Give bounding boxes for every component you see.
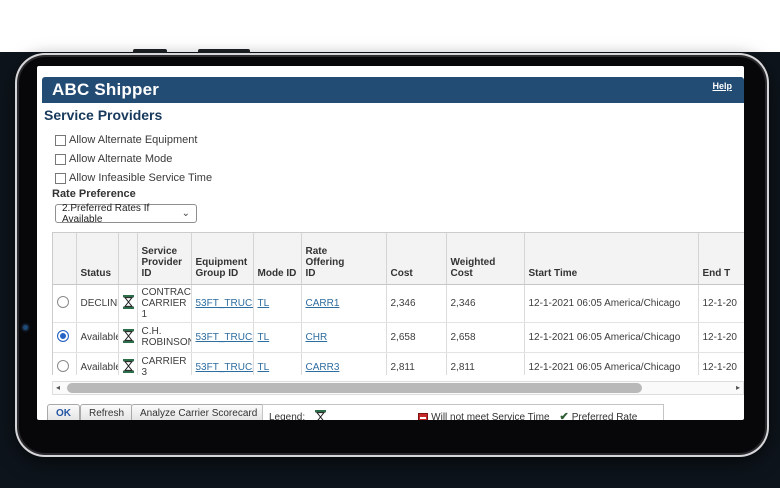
header-mode: Mode ID [253,233,301,284]
app-title: ABC Shipper [52,77,159,103]
legend-item: Will not meet Service Time [418,412,549,421]
weighted-cost-cell: 2,346 [446,284,524,322]
app-screen: ABC Shipper Help Service Providers Allow… [37,66,744,420]
header-equipment: Equipment Group ID [191,233,253,284]
legend-item: ✔ Preferred Rate [560,412,638,421]
table-row: Available CARRIER 3 53FT_TRUCK TL CARR3 … [53,352,744,375]
checkbox-icon[interactable] [55,154,66,165]
provider-cell: CARRIER 3 [137,352,191,375]
rate-offering-link[interactable]: CHR [306,332,328,343]
radio-row-1[interactable] [57,296,69,308]
mode-link[interactable]: TL [258,332,270,343]
radio-row-2-selected[interactable] [57,330,69,342]
weighted-cost-cell: 2,658 [446,322,524,352]
header-select [53,233,76,284]
start-time-cell: 12-1-2021 06:05 America/Chicago [524,322,698,352]
table-row: Available C.H. ROBINSON 53FT_TRUCK TL CH… [53,322,744,352]
analyze-carrier-scorecard-button[interactable]: Analyze Carrier Scorecard [131,404,266,420]
equipment-link[interactable]: 53FT_TRUCK [196,298,254,309]
legend-label: Legend: [269,412,305,421]
mode-link[interactable]: TL [258,298,270,309]
end-time-cell: 12-1-20 [698,352,744,375]
header-cost: Cost [386,233,446,284]
checkbox-allow-alternate-equipment[interactable]: Allow Alternate Equipment [55,133,197,147]
header-rate-offering: Rate Offering ID [301,233,386,284]
legend-item-label: Preferred Rate [572,412,638,421]
arrow-right-icon[interactable]: ▸ [736,383,740,393]
status-cell: Available [76,352,118,375]
header-end-time: End T [698,233,744,284]
hourglass-icon [123,329,134,343]
rate-preference-select[interactable]: 2.Preferred Rates If Available ⌄ [55,204,197,223]
checkbox-label: Allow Alternate Mode [69,153,172,165]
checkbox-allow-alternate-mode[interactable]: Allow Alternate Mode [55,152,172,166]
cost-cell: 2,346 [386,284,446,322]
checkbox-icon[interactable] [55,135,66,146]
checkbox-label: Allow Alternate Equipment [69,134,197,146]
radio-row-3[interactable] [57,360,69,372]
rate-offering-link[interactable]: CARR3 [306,362,340,373]
cost-cell: 2,658 [386,322,446,352]
page-title: Service Providers [44,107,162,123]
provider-cell: CONTRACT CARRIER 1 [137,284,191,322]
status-cell: Available [76,322,118,352]
provider-cell: C.H. ROBINSON [137,322,191,352]
checkbox-allow-infeasible-service-time[interactable]: Allow Infeasible Service Time [55,171,212,185]
check-icon: ✔ [560,412,569,421]
end-time-cell: 12-1-20 [698,322,744,352]
table-header-row: Status Service Provider ID Equipment Gro… [53,233,744,284]
red-flag-icon [418,413,428,421]
header-icon [118,233,137,284]
camera-icon [23,325,28,330]
help-link[interactable]: Help [712,81,732,91]
rate-offering-link[interactable]: CARR1 [306,298,340,309]
header-status: Status [76,233,118,284]
legend-item-label: Will not meet Service Time [431,412,549,421]
chevron-down-icon: ⌄ [182,209,190,219]
hourglass-icon [123,295,134,309]
table-row: DECLINED CONTRACT CARRIER 1 53FT_TRUCK T… [53,284,744,322]
weighted-cost-cell: 2,811 [446,352,524,375]
service-providers-table: Status Service Provider ID Equipment Gro… [52,232,744,375]
header-weighted-cost: Weighted Cost [446,233,524,284]
start-time-cell: 12-1-2021 06:05 America/Chicago [524,284,698,322]
checkbox-icon[interactable] [55,173,66,184]
checkbox-label: Allow Infeasible Service Time [69,172,212,184]
status-cell: DECLINED [76,284,118,322]
app-header-bar: ABC Shipper Help [42,77,744,103]
equipment-link[interactable]: 53FT_TRUCK [196,332,254,343]
refresh-button[interactable]: Refresh [80,404,133,420]
ok-button[interactable]: OK [47,404,80,420]
rate-preference-value: 2.Preferred Rates If Available [62,203,182,225]
mode-link[interactable]: TL [258,362,270,373]
hourglass-icon [315,410,326,420]
rate-preference-label: Rate Preference [52,188,136,200]
tablet-frame: ABC Shipper Help Service Providers Allow… [15,53,769,457]
arrow-left-icon[interactable]: ◂ [56,383,60,393]
equipment-link[interactable]: 53FT_TRUCK [196,362,254,373]
legend-box: Legend: Will not meet Service Time ✔ Pre… [262,404,664,420]
footer-bar: OK Refresh Analyze Carrier Scorecard Leg… [47,404,744,420]
start-time-cell: 12-1-2021 06:05 America/Chicago [524,352,698,375]
hourglass-icon [123,359,134,373]
end-time-cell: 12-1-20 [698,284,744,322]
scrollbar-thumb[interactable] [67,383,642,393]
header-provider: Service Provider ID [137,233,191,284]
horizontal-scrollbar[interactable]: ◂ ▸ [52,381,744,395]
cost-cell: 2,811 [386,352,446,375]
header-start-time: Start Time [524,233,698,284]
